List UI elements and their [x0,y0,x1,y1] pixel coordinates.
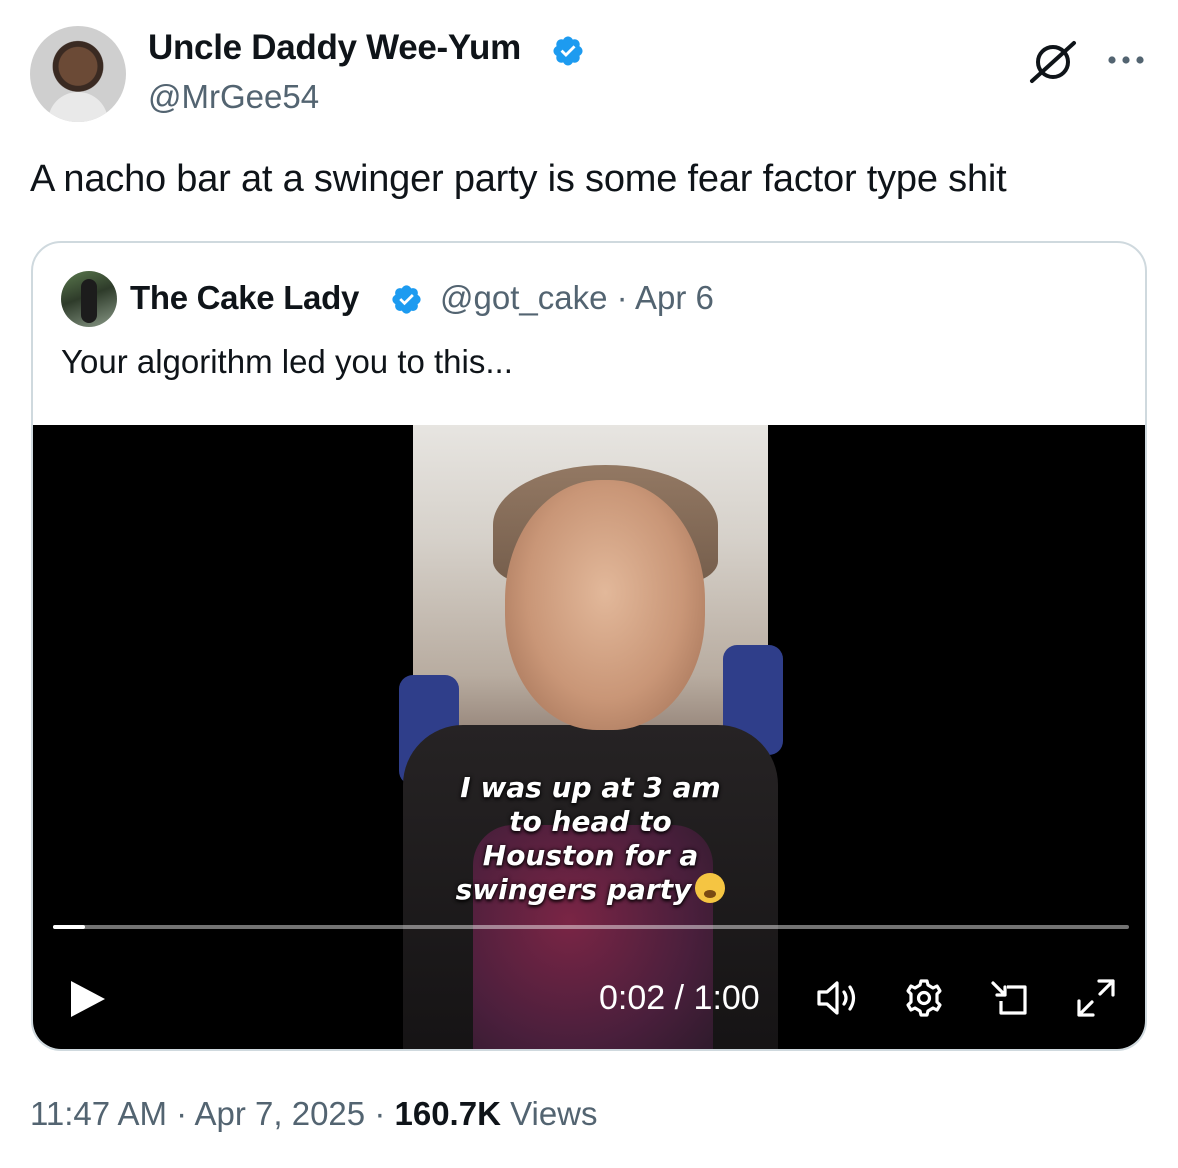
tweet-text: A nacho bar at a swinger party is some f… [30,158,1007,200]
video-frame [399,425,783,1049]
views-label: Views [510,1095,598,1132]
quoted-author-avatar[interactable] [61,271,117,327]
verified-badge-icon [553,36,583,66]
caption-line: I was up at 3 am [460,771,721,804]
tweet-date[interactable]: Apr 7, 2025 [195,1095,366,1132]
video-progress-fill [53,925,86,929]
picture-in-picture-icon[interactable] [987,977,1033,1019]
caption-line: Houston for a [482,839,699,872]
caption-line: swingers party [455,873,692,906]
meta-separator: · [374,1095,386,1132]
more-dots-icon[interactable] [1106,50,1146,70]
quoted-verified-badge-icon [392,285,421,314]
video-time-separator: / [674,979,685,1017]
meta-separator: · [616,279,628,316]
grok-icon[interactable] [1028,40,1078,84]
video-current-time: 0:02 [599,979,666,1017]
author-handle[interactable]: @MrGee54 [148,78,319,116]
tweet-meta-footer: 11:47 AM · Apr 7, 2025 · 160.7K Views [30,1095,598,1133]
quoted-tweet-card[interactable]: The Cake Lady @got_cake · Apr 6 Your alg… [31,241,1147,1051]
video-duration: 1:00 [693,979,760,1017]
quoted-author-handle[interactable]: @got_cake [440,279,607,316]
author-avatar[interactable] [30,26,126,122]
quoted-author-display-name[interactable]: The Cake Lady [130,279,359,317]
meta-separator: · [176,1095,188,1132]
play-icon[interactable] [67,979,107,1019]
video-time: 0:02 / 1:00 [599,979,760,1018]
volume-icon[interactable] [815,977,861,1019]
fullscreen-expand-icon[interactable] [1073,977,1119,1019]
video-caption: I was up at 3 am to head to Houston for … [413,771,768,907]
quoted-tweet-date[interactable]: Apr 6 [635,279,714,316]
tweet-time[interactable]: 11:47 AM [30,1095,167,1132]
video-progress-bar[interactable] [53,925,1129,929]
quoted-tweet-text: Your algorithm led you to this... [61,343,513,380]
quoted-tweet-meta: @got_cake · Apr 6 [440,279,714,317]
author-display-name[interactable]: Uncle Daddy Wee-Yum [148,28,521,68]
caption-line: to head to [509,805,672,838]
video-player[interactable]: I was up at 3 am to head to Houston for … [33,425,1145,1049]
views-count[interactable]: 160.7K [394,1095,500,1132]
yawning-face-emoji-icon [695,873,726,903]
settings-gear-icon[interactable] [901,977,947,1019]
